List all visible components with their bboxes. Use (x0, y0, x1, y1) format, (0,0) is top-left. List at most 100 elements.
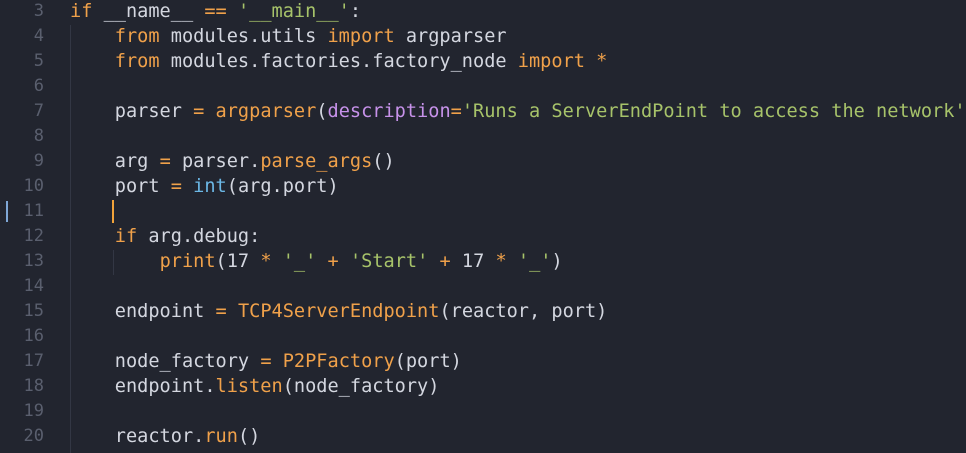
code-token: (arg.port) (226, 176, 339, 197)
code-token: arg (70, 151, 160, 172)
code-token: argparser (215, 101, 317, 122)
code-token: modules.factories.factory_node (159, 51, 518, 72)
code-token: (reactor, port) (439, 301, 608, 322)
line-number: 19 (23, 401, 44, 421)
code-token: endpoint. (70, 376, 216, 397)
code-token: (node_factory) (282, 376, 440, 397)
line-number: 11 (23, 201, 44, 221)
code-line[interactable]: 5 from modules.factories.factory_node im… (0, 49, 966, 74)
code-line[interactable]: 14 (0, 274, 966, 299)
code-token: parse_args (260, 151, 373, 172)
code-token: P2PFactory (282, 351, 395, 372)
code-token: = (159, 151, 171, 172)
code-line[interactable]: 6 (0, 74, 966, 99)
code-line[interactable]: 19 (0, 399, 966, 424)
line-number: 5 (33, 51, 44, 71)
line-number: 8 (33, 126, 44, 146)
line-number: 17 (23, 351, 44, 371)
code-token: argparser (394, 26, 507, 47)
code-text[interactable]: parser = argparser(description='Runs a S… (70, 99, 966, 124)
code-token: from (114, 51, 160, 72)
code-line[interactable]: 15 endpoint = TCP4ServerEndpoint(reactor… (0, 299, 966, 324)
code-token: = (450, 101, 462, 122)
code-line[interactable]: 16 (0, 324, 966, 349)
line-number: 7 (33, 101, 44, 121)
code-token: if (70, 1, 93, 22)
code-text[interactable]: node_factory = P2PFactory(port) (70, 349, 462, 374)
code-token: = (193, 101, 205, 122)
code-line[interactable]: 11 (0, 199, 966, 224)
code-text[interactable]: endpoint = TCP4ServerEndpoint(reactor, p… (70, 299, 608, 324)
code-text[interactable]: if arg.debug: (70, 224, 261, 249)
code-token: run (204, 426, 238, 447)
code-token: + (439, 251, 451, 272)
code-line[interactable]: 4 from modules.utils import argparser (0, 24, 966, 49)
code-text[interactable]: from modules.factories.factory_node impo… (70, 49, 608, 74)
code-token: ( (316, 101, 328, 122)
code-token: * (495, 251, 507, 272)
code-text[interactable]: print(17 * '_' + 'Start' + 17 * '_') (70, 249, 563, 274)
line-number: 9 (33, 151, 44, 171)
code-editor[interactable]: 3 if __name__ == '__main__': 4 from module… (0, 0, 966, 453)
code-text[interactable]: from modules.utils import argparser (70, 24, 507, 49)
code-text[interactable]: reactor.run() (70, 424, 261, 449)
code-text[interactable]: arg = parser.parse_args() (70, 149, 395, 174)
code-token: ) (551, 251, 563, 272)
code-line[interactable]: 13 print(17 * '_' + 'Start' + 17 * '_') (0, 249, 966, 274)
line-number: 16 (23, 326, 44, 346)
code-token: import (327, 26, 395, 47)
code-token: (17 (215, 251, 261, 272)
code-token: * (260, 251, 272, 272)
code-token: = (170, 176, 182, 197)
code-token: = (215, 301, 227, 322)
code-token: () (372, 151, 395, 172)
code-token: parser (70, 101, 194, 122)
line-number: 6 (33, 76, 44, 96)
code-text[interactable]: if __name__ == '__main__': (70, 0, 361, 24)
code-line[interactable]: 20 reactor.run() (0, 424, 966, 449)
code-line[interactable]: 7 parser = argparser(description='Runs a… (0, 99, 966, 124)
code-line[interactable]: 3 if __name__ == '__main__': (0, 0, 966, 24)
code-token: listen (215, 376, 283, 397)
code-token: parser. (170, 151, 261, 172)
code-token: 'Start' (349, 251, 429, 272)
code-token: description (327, 101, 451, 122)
code-token: + (327, 251, 339, 272)
code-line[interactable]: 10 port = int(arg.port) (0, 174, 966, 199)
code-line[interactable]: 12 if arg.debug: (0, 224, 966, 249)
code-token: () (237, 426, 261, 447)
code-line[interactable]: 9 arg = parser.parse_args() (0, 149, 966, 174)
code-token: if (114, 226, 138, 247)
line-number: 3 (33, 1, 44, 21)
code-text[interactable]: port = int(arg.port) (70, 174, 339, 199)
code-token: 'Runs a ServerEndPoint to access the net… (461, 101, 966, 122)
code-line[interactable]: 8 (0, 124, 966, 149)
code-token: port (70, 176, 171, 197)
line-number: 10 (23, 176, 44, 196)
code-token: import (517, 51, 585, 72)
line-number: 4 (33, 26, 44, 46)
code-token: int (193, 176, 227, 197)
code-token: endpoint (70, 301, 216, 322)
code-token: node_factory (70, 351, 261, 372)
code-token: from (114, 26, 160, 47)
code-token: __name__ (92, 1, 205, 22)
code-token: == (204, 1, 227, 22)
code-token: = (260, 351, 272, 372)
code-line[interactable]: 17 node_factory = P2PFactory(port) (0, 349, 966, 374)
code-line[interactable]: 18 endpoint.listen(node_factory) (0, 374, 966, 399)
code-token: print (159, 251, 216, 272)
code-text[interactable]: endpoint.listen(node_factory) (70, 374, 440, 399)
code-token: TCP4ServerEndpoint (237, 301, 440, 322)
